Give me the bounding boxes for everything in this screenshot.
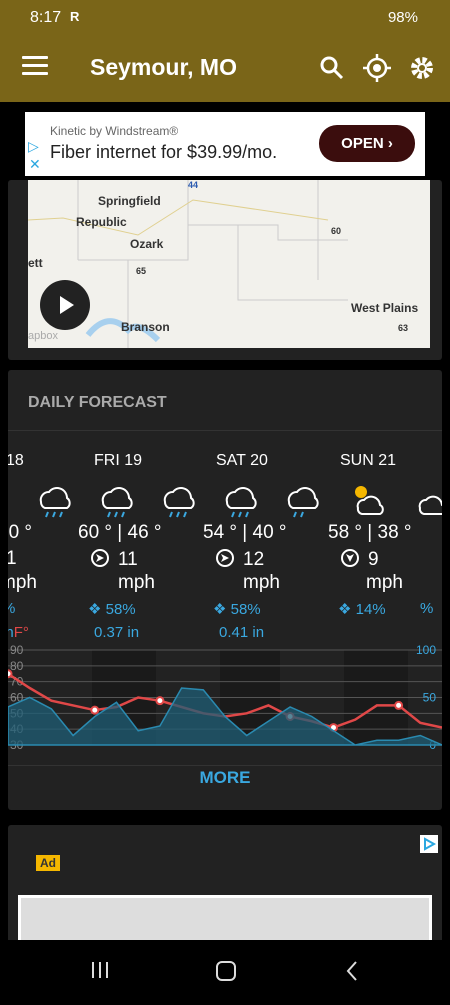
daily-forecast-card: DAILY FORECAST 18 FRI 19 SAT 20 SUN 21 5… xyxy=(8,370,442,810)
system-nav-bar xyxy=(0,940,450,1000)
temp-sat-20: 54 ° | 40 ° xyxy=(203,522,287,543)
ad-choices-icon[interactable] xyxy=(420,835,438,853)
rain-icon xyxy=(225,487,257,518)
wind-sat-20: 12 xyxy=(215,548,264,571)
map-attribution: apbox xyxy=(28,330,58,342)
radar-play-button[interactable] xyxy=(40,280,90,330)
temp-sun-21: 58 ° | 38 ° xyxy=(328,522,412,543)
ad-headline: Fiber internet for $39.99/mo. xyxy=(50,142,278,162)
ad-close-icon[interactable]: ✕ xyxy=(29,156,41,173)
wind-unit-day-18: mph xyxy=(8,572,37,593)
highway-shield-63: 63 xyxy=(398,323,409,333)
precip-sat-20: ❖ 58% xyxy=(213,601,261,618)
amount-day-18: inF° xyxy=(8,624,29,641)
radar-map-card[interactable]: Springfield Republic Ozark Branson West … xyxy=(8,180,442,360)
wind-direction-icon xyxy=(216,549,234,567)
rain-icon xyxy=(163,487,195,518)
rain-icon xyxy=(101,487,133,518)
forecast-chart: 90807060504030100500 xyxy=(8,643,442,750)
home-icon[interactable] xyxy=(216,961,236,981)
raindrop-icon: ❖ xyxy=(338,601,352,618)
status-time: 8:17 xyxy=(30,9,62,26)
map-label-branson: Branson xyxy=(121,320,170,334)
map-label-republic: Republic xyxy=(76,215,127,229)
raindrop-icon: ❖ xyxy=(88,601,102,618)
wind-direction-icon xyxy=(91,549,109,567)
temperature-point xyxy=(394,700,404,710)
left-tick-label: 90 xyxy=(10,643,24,657)
wind-sun-21: 9 xyxy=(340,548,379,571)
night-rain-icon xyxy=(287,487,319,518)
rain-icon xyxy=(39,487,71,518)
raindrop-icon: ❖ xyxy=(213,601,227,618)
location-title: Seymour, MO xyxy=(90,54,237,80)
wind-fri-19: 11 xyxy=(90,548,138,571)
right-tick-label: 100 xyxy=(416,643,436,657)
play-icon xyxy=(60,296,74,314)
status-indicators: R xyxy=(70,9,80,24)
temp-day-18: 50 ° xyxy=(8,522,33,543)
ad-card[interactable]: Ad xyxy=(8,825,442,945)
cloud-icon xyxy=(418,495,442,515)
amount-fri-19: 0.37 in xyxy=(94,624,140,641)
highway-shield-44: 44 xyxy=(188,180,199,190)
radar-map[interactable]: Springfield Republic Ozark Branson West … xyxy=(28,180,430,348)
wind-direction-icon xyxy=(341,549,359,567)
wind-day-18: 1 xyxy=(8,548,17,569)
wind-unit-fri-19: mph xyxy=(118,572,155,593)
battery-level: 98% xyxy=(387,9,418,26)
wind-unit-sun-21: mph xyxy=(366,572,403,593)
ad-advertiser: Kinetic by Windstream® xyxy=(50,124,179,138)
daily-forecast-title: DAILY FORECAST xyxy=(28,394,167,411)
search-icon[interactable] xyxy=(318,54,346,82)
left-tick-label: 80 xyxy=(10,659,24,673)
ad-banner[interactable]: ▷ ✕ Kinetic by Windstream® Fiber interne… xyxy=(25,112,425,176)
ad-image[interactable] xyxy=(18,895,432,945)
ad-choices-icon[interactable]: ▷ xyxy=(28,138,39,155)
highway-shield-60: 60 xyxy=(331,226,342,236)
wind-unit-sat-20: mph xyxy=(243,572,280,593)
map-label-west-plains: West Plains xyxy=(351,301,419,315)
temperature-point xyxy=(90,705,100,715)
right-tick-label: 50 xyxy=(423,691,437,705)
precip-sun-21: ❖ 14% xyxy=(338,601,386,618)
day-sun-21[interactable]: SUN 21 xyxy=(340,452,396,470)
map-label-edge: ett xyxy=(28,256,43,270)
precip-fri-19: ❖ 58% xyxy=(88,601,136,618)
day-fri-19[interactable]: FRI 19 xyxy=(94,452,142,470)
map-label-ozark: Ozark xyxy=(130,237,164,251)
partly-sunny-icon xyxy=(355,486,384,515)
amount-sat-20: 0.41 in xyxy=(219,624,265,641)
more-button[interactable]: MORE xyxy=(8,768,442,788)
map-label-springfield: Springfield xyxy=(98,194,161,208)
ad-badge: Ad xyxy=(36,855,60,871)
day-sat-20[interactable]: SAT 20 xyxy=(216,452,268,470)
status-bar: 8:17 R 98% xyxy=(0,0,450,34)
app-bar: Seymour, MO xyxy=(0,34,450,102)
highway-shield-65: 65 xyxy=(136,266,147,276)
recent-apps-icon[interactable] xyxy=(92,962,108,978)
day-18[interactable]: 18 xyxy=(8,452,24,470)
temperature-point xyxy=(155,696,165,706)
percent-axis-label: % xyxy=(420,600,434,617)
precip-day-18: % xyxy=(8,600,15,617)
back-icon[interactable] xyxy=(346,961,357,981)
locate-icon[interactable] xyxy=(363,54,391,82)
settings-gear-icon[interactable] xyxy=(408,54,436,82)
temperature-point xyxy=(8,669,13,679)
ad-open-button[interactable]: OPEN › xyxy=(319,125,415,162)
menu-icon[interactable] xyxy=(22,56,48,76)
temp-fri-19: 60 ° | 46 ° xyxy=(78,522,162,543)
